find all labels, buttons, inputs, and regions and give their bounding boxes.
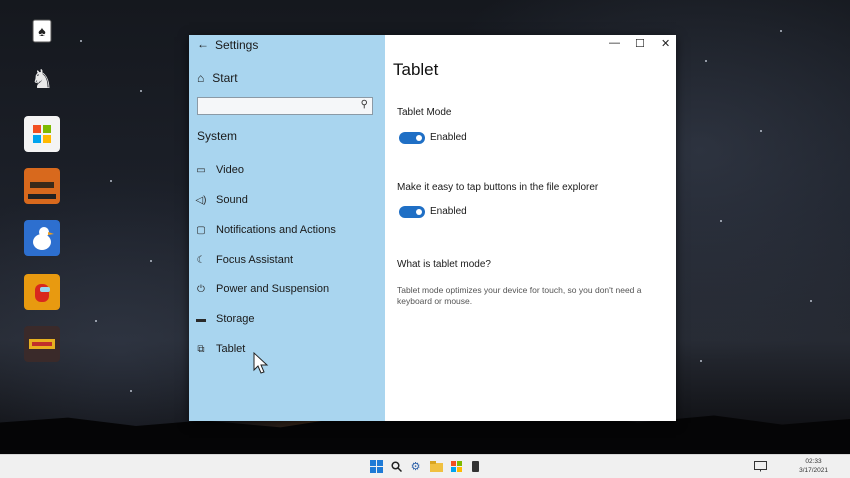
- file-explorer-tap-state: Enabled: [430, 206, 467, 217]
- system-clock[interactable]: 02:33 3/17/2021: [799, 457, 828, 475]
- start-label: Start: [212, 71, 238, 85]
- sidebar-item-sound[interactable]: ◁) Sound: [195, 192, 248, 208]
- file-explorer-icon[interactable]: [430, 460, 443, 473]
- sidebar-item-tablet[interactable]: ⧉ Tablet: [195, 341, 245, 357]
- clock-date: 3/17/2021: [799, 467, 828, 474]
- minimize-button[interactable]: —: [609, 37, 620, 49]
- storage-icon: ▬: [196, 313, 206, 325]
- help-heading: What is tablet mode?: [397, 259, 491, 270]
- giants-icon[interactable]: [24, 326, 60, 362]
- chess-icon[interactable]: ♞: [24, 60, 60, 96]
- tablet-mode-state: Enabled: [430, 132, 467, 143]
- notification-icon: ▢: [196, 224, 206, 236]
- sidebar-item-video[interactable]: ▭ Video: [195, 162, 244, 178]
- clock-time: 02:33: [805, 458, 822, 465]
- maximize-button[interactable]: ☐: [635, 37, 645, 50]
- sidebar-item-label: Sound: [216, 194, 248, 206]
- tablet-mode-toggle[interactable]: [399, 132, 425, 144]
- among-us-icon[interactable]: [24, 274, 60, 310]
- goose-icon[interactable]: [24, 220, 60, 256]
- svg-text:♞: ♞: [30, 64, 53, 94]
- sidebar-item-label: Focus Assistant: [216, 254, 294, 266]
- settings-gear-icon[interactable]: ⚙: [409, 460, 422, 473]
- svg-text:♠: ♠: [38, 23, 46, 39]
- sidebar-item-label: Tablet: [216, 343, 246, 355]
- sidebar-item-focus-assistant[interactable]: ☾ Focus Assistant: [195, 252, 294, 268]
- window-title: Settings: [215, 38, 259, 52]
- toggle-knob: [416, 209, 422, 215]
- search-icon: ⚲: [360, 99, 368, 110]
- file-explorer-tap-toggle[interactable]: [399, 206, 425, 218]
- page-title: Tablet: [393, 60, 439, 79]
- sidebar-item-storage[interactable]: ▬ Storage: [195, 311, 255, 327]
- sidebar-item-label: Power and Suspension: [216, 283, 330, 295]
- sidebar-item-label: Notifications and Actions: [216, 224, 336, 236]
- section-label-system: System: [197, 129, 238, 143]
- sidebar-item-start[interactable]: ⌂ Start: [197, 71, 238, 85]
- home-icon: ⌂: [197, 71, 205, 85]
- settings-sidebar: ← Settings ⌂ Start ⚲ System ▭ Video ◁) S…: [189, 35, 385, 421]
- tablet-mode-label: Tablet Mode: [397, 107, 452, 118]
- solitaire-icon[interactable]: ♠: [24, 12, 60, 48]
- sidebar-item-label: Storage: [216, 313, 255, 325]
- taskbar: ⚙ 02:33 3/17/2021: [0, 454, 850, 478]
- back-arrow-icon[interactable]: ←: [197, 37, 209, 51]
- settings-content: — ☐ ✕ Tablet Tablet Mode Enabled Make it…: [385, 35, 676, 421]
- store-icon[interactable]: [450, 460, 463, 473]
- sidebar-item-label: Video: [216, 164, 244, 176]
- display-icon[interactable]: [754, 460, 767, 473]
- tablet-icon: ⧉: [197, 343, 205, 355]
- power-icon: ⏻: [197, 283, 205, 295]
- moon-icon: ☾: [196, 254, 206, 266]
- sidebar-item-power[interactable]: ⏻ Power and Suspension: [195, 281, 329, 297]
- windows-start-icon[interactable]: [370, 460, 383, 473]
- monitor-icon: ▭: [196, 164, 206, 176]
- search-icon[interactable]: [390, 460, 403, 473]
- store-icon[interactable]: [24, 116, 60, 152]
- venge-icon[interactable]: [24, 168, 60, 204]
- help-text: Tablet mode optimizes your device for to…: [397, 285, 642, 306]
- toggle-knob: [416, 135, 422, 141]
- sidebar-item-notifications[interactable]: ▢ Notifications and Actions: [195, 222, 336, 238]
- search-input[interactable]: ⚲: [197, 97, 373, 115]
- phone-icon[interactable]: [469, 460, 482, 473]
- file-explorer-tap-label: Make it easy to tap buttons in the file …: [397, 182, 599, 193]
- close-button[interactable]: ✕: [661, 37, 670, 50]
- speaker-icon: ◁): [195, 194, 207, 206]
